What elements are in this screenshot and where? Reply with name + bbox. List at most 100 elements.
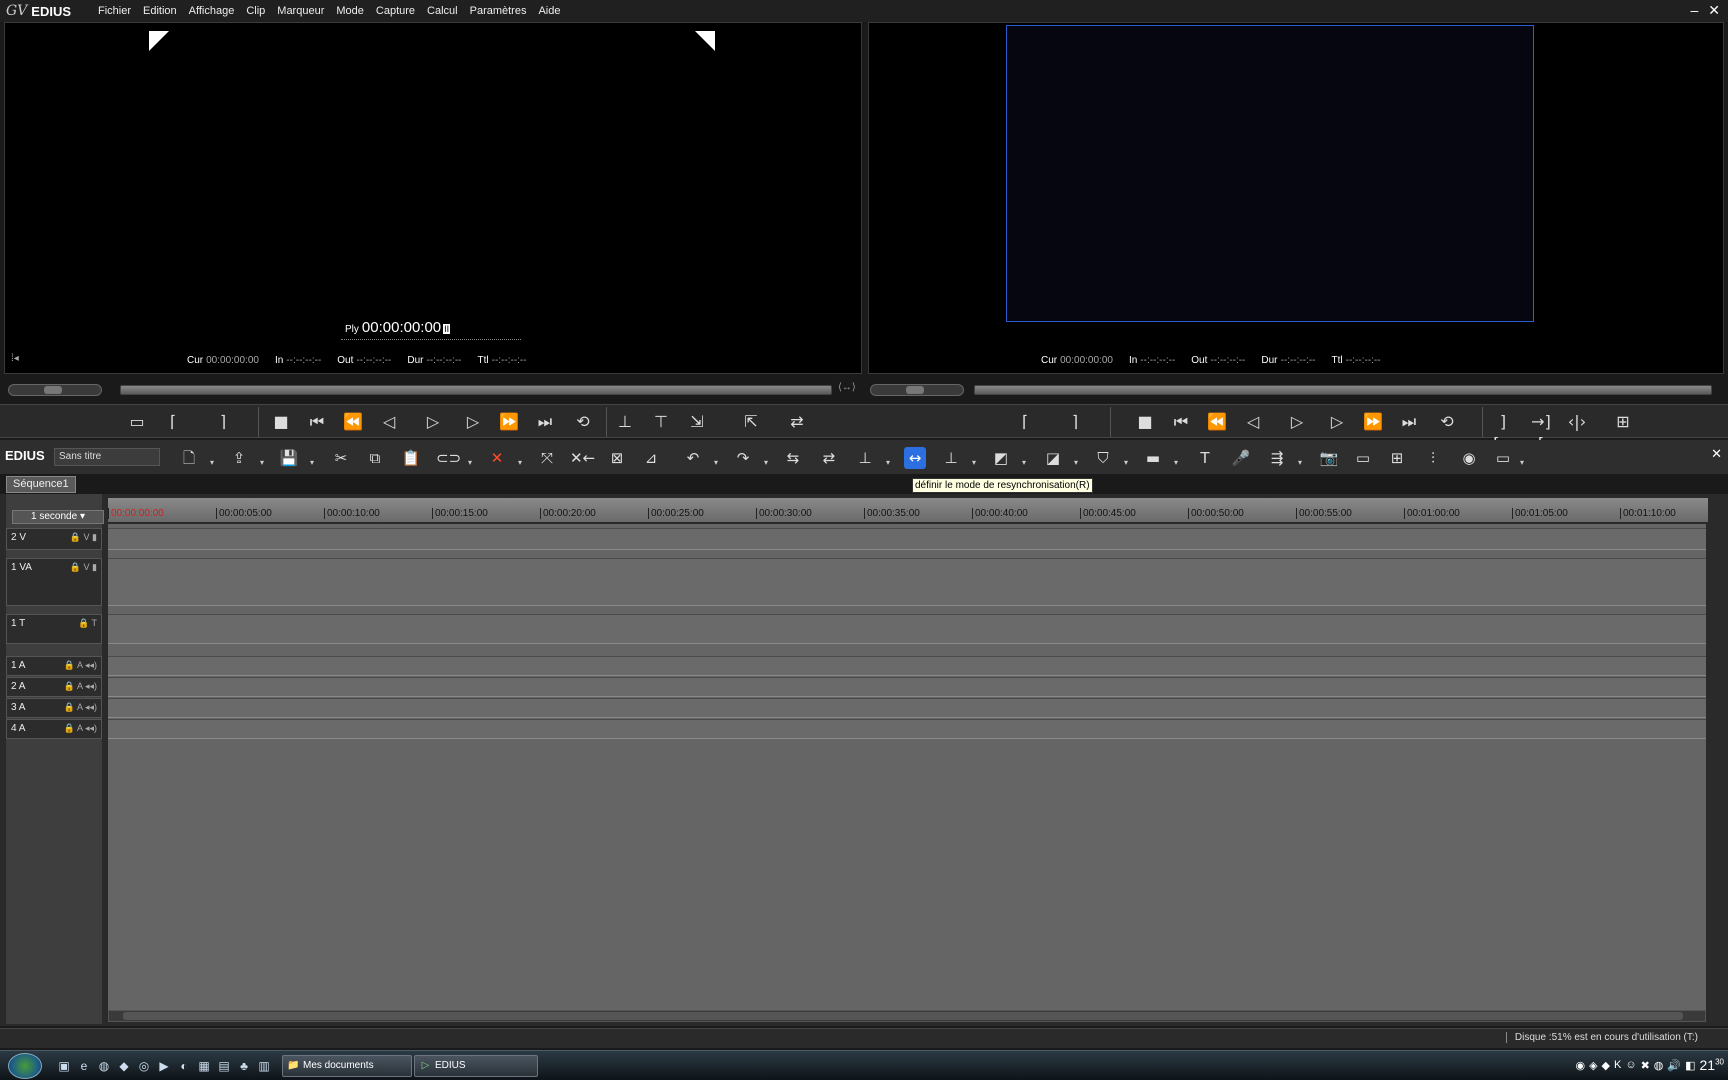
multicam-icon[interactable]: ⊞	[1612, 411, 1634, 433]
delete-icon[interactable]: ✕	[486, 447, 508, 469]
prev-edit-icon[interactable]: ⏮	[306, 411, 328, 433]
grid-icon[interactable]: ⊞	[1386, 447, 1408, 469]
undo-icon[interactable]: ↶	[682, 447, 704, 469]
insert-to-timeline-icon[interactable]: ⇲	[686, 411, 708, 433]
marker-icon[interactable]: ⛉	[1092, 447, 1114, 469]
tray-icon[interactable]: ☺	[1625, 1059, 1636, 1071]
sync-link-icon[interactable]: ⟨↔⟩	[838, 382, 856, 393]
track-1t[interactable]	[108, 614, 1706, 644]
transition-icon[interactable]: ◩	[990, 447, 1012, 469]
title-icon[interactable]: T	[1194, 447, 1216, 469]
player-source-icon[interactable]: ▭	[126, 411, 148, 433]
stop-icon[interactable]: ■	[270, 411, 292, 433]
player-jog-slider[interactable]	[8, 384, 102, 396]
app-icon[interactable]: ▤	[216, 1058, 232, 1074]
fast-forward-icon[interactable]: ⏩	[498, 411, 520, 433]
recorder-play-icon[interactable]: ▷	[1286, 411, 1308, 433]
tray-icon[interactable]: ◉	[1575, 1059, 1585, 1072]
track-area[interactable]	[108, 524, 1706, 1014]
recorder-prev-edit-icon[interactable]: ⏮	[1170, 411, 1192, 433]
timeline-ruler[interactable]: 00:00:00:00 00:00:05:00 00:00:10:00 00:0…	[108, 498, 1708, 522]
render-icon[interactable]: ▬	[1142, 447, 1164, 469]
open-project-icon[interactable]: ⇪	[228, 447, 250, 469]
export-icon[interactable]: ⇶	[1266, 447, 1288, 469]
start-button[interactable]	[8, 1053, 42, 1079]
set-out-icon[interactable]: ⌉	[212, 411, 234, 433]
voiceover-mic-icon[interactable]: 🎤	[1230, 447, 1252, 469]
recorder-step-back-icon[interactable]: ◁	[1242, 411, 1264, 433]
track-2a[interactable]	[108, 677, 1706, 697]
audio-crossfade-icon[interactable]: ◪	[1042, 447, 1064, 469]
clock[interactable]: 2130	[1700, 1057, 1724, 1073]
mixer-sliders-icon[interactable]: ⫶	[1422, 447, 1444, 469]
delete-gap-icon[interactable]: ✕←	[570, 447, 595, 469]
menu-calcul[interactable]: Calcul	[421, 5, 464, 17]
recorder-scrub-bar[interactable]	[974, 385, 1712, 395]
timeline-view-icon[interactable]: ▭	[1352, 447, 1374, 469]
menu-parametres[interactable]: Paramètres	[464, 5, 533, 17]
step-forward-icon[interactable]: ▷	[462, 411, 484, 433]
track-header-1va[interactable]: 1 VA 🔒 V ▮	[6, 558, 102, 606]
app-icon[interactable]: ◐	[176, 1058, 192, 1074]
snapshot-camera-icon[interactable]: 📷	[1318, 447, 1340, 469]
redo-icon[interactable]: ↷	[732, 447, 754, 469]
insert-icon[interactable]: ⊥	[614, 411, 636, 433]
link-icon[interactable]: ⊂⊃	[436, 447, 461, 469]
track-4a[interactable]	[108, 719, 1706, 739]
ripple-mode-icon[interactable]: ⊥	[854, 447, 876, 469]
app-icon[interactable]: ◆	[116, 1058, 132, 1074]
recorder-set-in-icon[interactable]: ⌈	[1014, 411, 1036, 433]
recorder-next-edit-icon[interactable]: ⏭	[1398, 411, 1420, 433]
recorder-rewind-icon[interactable]: ⏪	[1206, 411, 1228, 433]
replace-icon[interactable]: ⇄	[786, 411, 808, 433]
save-icon[interactable]: 💾	[278, 447, 300, 469]
menu-clip[interactable]: Clip	[240, 5, 271, 17]
close-button[interactable]: ✕	[1708, 2, 1720, 19]
rewind-icon[interactable]: ⏪	[342, 411, 364, 433]
overwrite-to-timeline-icon[interactable]: ⇱	[740, 411, 762, 433]
tray-icon[interactable]: ◍	[1654, 1059, 1664, 1072]
timeline-close-icon[interactable]: ✕	[1711, 446, 1722, 462]
track-3a[interactable]	[108, 698, 1706, 718]
cut-icon[interactable]: ✂	[330, 447, 352, 469]
layout-icon[interactable]: ▭	[1492, 447, 1514, 469]
ie-icon[interactable]: e	[76, 1058, 92, 1074]
track-1a[interactable]	[108, 656, 1706, 676]
network-icon[interactable]: ◧	[1685, 1059, 1695, 1072]
firefox-icon[interactable]: ◍	[96, 1058, 112, 1074]
taskbar-button-mes-documents[interactable]: 📁 Mes documents	[282, 1055, 412, 1077]
timeline-horizontal-scrollbar[interactable]	[108, 1010, 1706, 1022]
recorder-fast-forward-icon[interactable]: ⏩	[1362, 411, 1384, 433]
trim-right-icon[interactable]: →][	[1530, 411, 1552, 453]
media-player-icon[interactable]: ▶	[156, 1058, 172, 1074]
minimize-button[interactable]: –	[1690, 2, 1698, 19]
project-name-field[interactable]: Sans titre	[54, 448, 160, 466]
recorder-monitor[interactable]: Cur 00:00:00:00 In --:--:--:-- Out --:--:--…	[868, 22, 1724, 374]
menu-marqueur[interactable]: Marqueur	[271, 5, 330, 17]
ripple-delete-icon[interactable]: ⤧	[536, 447, 558, 469]
track-header-4a[interactable]: 4 A 🔒 A ◂◂)	[6, 719, 102, 739]
menu-edition[interactable]: Edition	[137, 5, 183, 17]
player-monitor[interactable]: Ply 00:00:00:00 II ⁞◂ Cur 00:00:00:00 In --:…	[4, 22, 862, 374]
next-edit-icon[interactable]: ⏭	[534, 411, 556, 433]
track-header-2v[interactable]: 2 V 🔒 V ▮	[6, 528, 102, 550]
track-header-1t[interactable]: 1 T 🔒 T	[6, 614, 102, 644]
recorder-jog-slider[interactable]	[870, 384, 964, 396]
track-1va[interactable]	[108, 558, 1706, 606]
tab-sequence1[interactable]: Séquence1	[6, 476, 76, 493]
recorder-step-forward-icon[interactable]: ▷	[1326, 411, 1348, 433]
overwrite-icon[interactable]: ⊤	[650, 411, 672, 433]
menu-mode[interactable]: Mode	[330, 5, 370, 17]
menu-affichage[interactable]: Affichage	[183, 5, 241, 17]
loop-icon[interactable]: ⟲	[572, 411, 594, 433]
taskbar-button-edius[interactable]: ▷ EDIUS	[414, 1055, 538, 1077]
recorder-loop-icon[interactable]: ⟲	[1436, 411, 1458, 433]
mark-icon[interactable]: ⊿	[640, 447, 662, 469]
step-back-icon[interactable]: ◁	[378, 411, 400, 433]
tray-icon[interactable]: ✖	[1641, 1059, 1650, 1072]
insert-mode-icon[interactable]: ⇆	[782, 447, 804, 469]
snap-icon[interactable]: ⊥	[940, 447, 962, 469]
show-desktop-icon[interactable]: ▣	[56, 1058, 72, 1074]
track-header-3a[interactable]: 3 A 🔒 A ◂◂)	[6, 698, 102, 718]
trim-left-icon[interactable]: ][←	[1492, 411, 1514, 453]
